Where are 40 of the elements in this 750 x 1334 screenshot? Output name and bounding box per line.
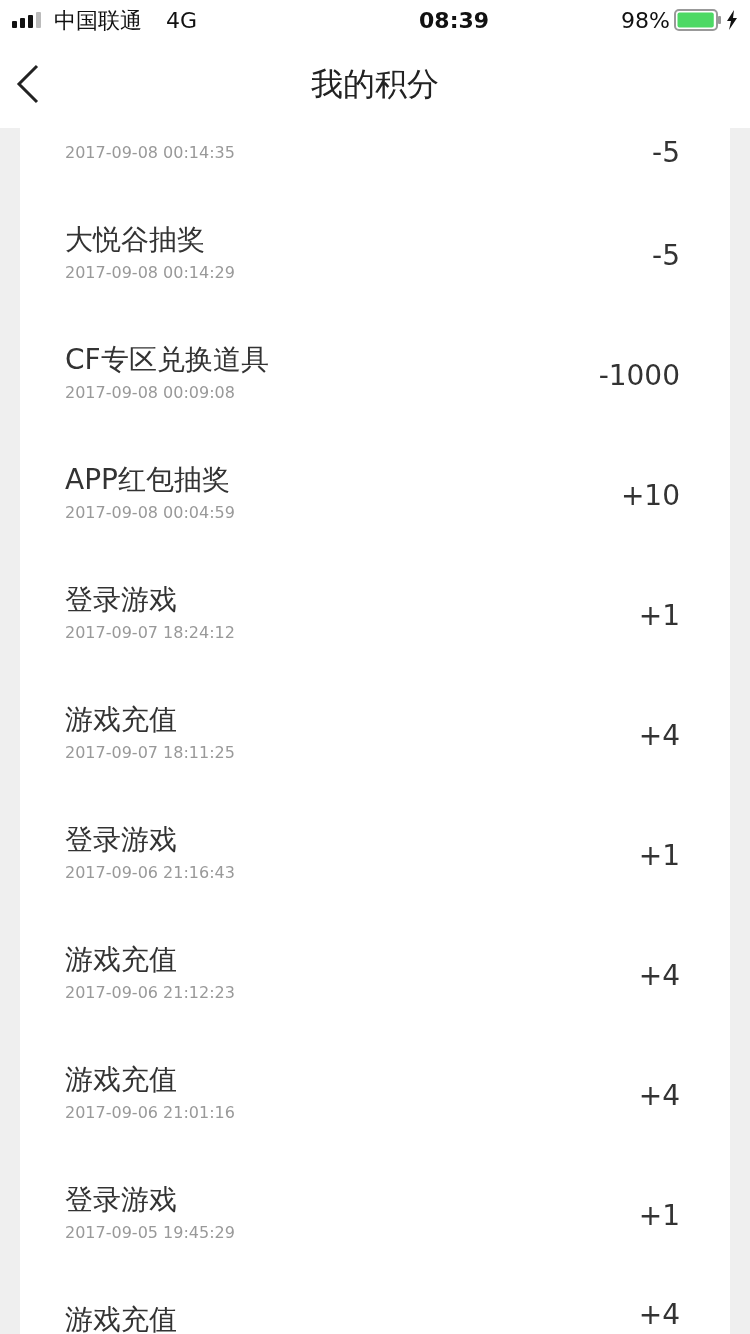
clock-time: 08:39 (419, 7, 490, 33)
points-change: +10 (620, 478, 680, 514)
network-type: 4G (166, 6, 198, 35)
record-time: 2017-09-08 00:14:29 (65, 263, 235, 282)
record-title: 游戏充值 (65, 1063, 177, 1096)
record-time: 2017-09-06 21:01:16 (65, 1103, 235, 1122)
battery-percent: 98% (621, 6, 670, 35)
record-title: 登录游戏 (65, 583, 177, 616)
record-title: 登录游戏 (65, 823, 177, 856)
points-change: +4 (638, 718, 680, 754)
record-title: CF专区兑换道具 (65, 343, 269, 376)
points-change: +1 (638, 838, 680, 874)
charging-icon (726, 10, 738, 30)
record-time: 2017-09-05 19:45:29 (65, 1223, 235, 1242)
points-change: +4 (638, 1297, 680, 1333)
record-time: 2017-09-08 00:14:35 (65, 143, 235, 162)
points-change: +4 (638, 958, 680, 994)
points-change: +4 (638, 1078, 680, 1114)
record-time: 2017-09-07 18:11:25 (65, 743, 235, 762)
points-change: -5 (652, 238, 680, 274)
record-time: 2017-09-06 21:12:23 (65, 983, 235, 1002)
record-title: 游戏充值 (65, 1303, 177, 1334)
points-change: -1000 (598, 358, 680, 394)
back-icon (16, 64, 40, 104)
back-button[interactable] (16, 64, 40, 104)
record-title: 游戏充值 (65, 943, 177, 976)
record-time: 2017-09-08 00:04:59 (65, 503, 235, 522)
carrier-name: 中国联通 (54, 6, 142, 35)
battery-icon (674, 9, 722, 31)
points-change: +1 (638, 1198, 680, 1234)
record-time: 2017-09-07 18:24:12 (65, 623, 235, 642)
points-change: +1 (638, 598, 680, 634)
page-title: 我的积分 (311, 65, 439, 103)
record-time: 2017-09-06 21:16:43 (65, 863, 235, 882)
record-title: 游戏充值 (65, 703, 177, 736)
record-time: 2017-09-08 00:09:08 (65, 383, 235, 402)
record-title: APP红包抽奖 (65, 463, 230, 496)
points-change: -5 (652, 135, 680, 171)
record-title: 大悦谷抽奖 (65, 223, 205, 256)
record-title: 登录游戏 (65, 1183, 177, 1216)
